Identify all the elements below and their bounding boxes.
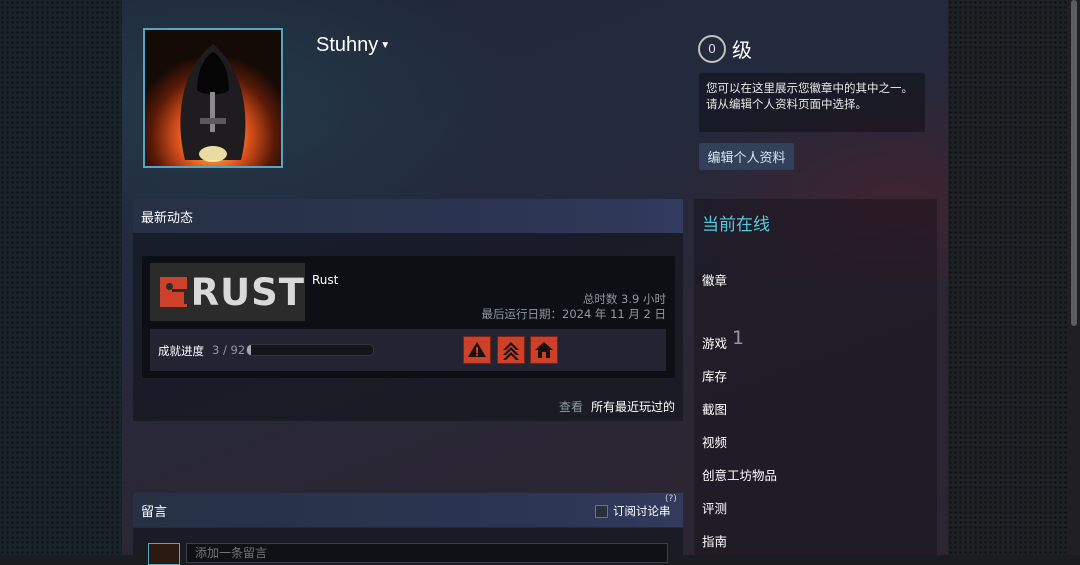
edit-profile-button[interactable]: 编辑个人资料 — [699, 143, 794, 170]
rust-logo-text: RUST — [190, 270, 305, 314]
scrollbar-thumb[interactable] — [1071, 0, 1077, 326]
view-all-recent-link[interactable]: 所有最近玩过的 — [591, 400, 675, 414]
subscribe-checkbox[interactable] — [595, 504, 608, 518]
subscribe-thread: 订阅讨论串 (?) — [595, 494, 677, 519]
total-playtime: 总时数 3.9 小时 — [582, 292, 666, 306]
level-label: 级 — [732, 38, 752, 62]
achievement-chevron-up-icon[interactable] — [497, 336, 525, 364]
subscribe-label[interactable]: 订阅讨论串 — [613, 503, 671, 519]
avatar[interactable] — [143, 28, 283, 168]
level-badge: 0 — [698, 34, 726, 63]
recent-activity-header: 最新动态 — [133, 199, 683, 233]
achievement-label[interactable]: 成就进度 — [158, 343, 204, 359]
online-status: 当前在线 — [702, 215, 770, 235]
sidebar-item-inventory[interactable]: 库存 — [702, 366, 727, 385]
achievement-warning-icon[interactable] — [463, 336, 491, 364]
achievement-progress-bar — [246, 344, 374, 356]
rust-logo-icon — [160, 277, 187, 307]
profile-level: 0 级 — [698, 34, 752, 63]
badge-hint: 您可以在这里展示您徽章中的其中之一。请从编辑个人资料页面中选择。 — [699, 73, 925, 132]
scrollbar[interactable] — [1068, 0, 1080, 555]
persona-name: Stuhny — [316, 34, 379, 56]
comment-input[interactable] — [186, 543, 668, 563]
page-background-left — [0, 0, 122, 555]
sidebar-item-games[interactable]: 游戏 — [702, 333, 727, 352]
sidebar-item-screenshots[interactable]: 截图 — [702, 399, 727, 418]
achievement-progress-fill — [247, 345, 252, 355]
sidebar-item-badges[interactable]: 徽章 — [702, 270, 727, 289]
view-prefix: 查看 — [558, 400, 583, 414]
persona-name-dropdown[interactable]: Stuhny ▼ — [316, 34, 390, 57]
sidebar-item-videos[interactable]: 视频 — [702, 432, 727, 451]
achievement-home-icon[interactable] — [530, 336, 558, 364]
page-background-right — [948, 0, 1068, 555]
last-played: 最后运行日期：2024 年 11 月 2 日 — [481, 307, 667, 321]
rust-game-capsule[interactable]: RUST — [150, 263, 305, 321]
sidebar-item-guides[interactable]: 指南 — [702, 531, 727, 550]
profile-sidebar — [694, 199, 937, 555]
achievement-count: 3 / 92 — [212, 343, 246, 357]
game-name[interactable]: Rust — [312, 273, 338, 287]
sidebar-item-reviews[interactable]: 评测 — [702, 498, 727, 517]
view-all-recent: 查看 所有最近玩过的 — [559, 398, 675, 415]
caret-down-icon: ▼ — [380, 40, 391, 52]
commenter-avatar — [148, 543, 180, 565]
help-icon[interactable]: (?) — [665, 494, 677, 504]
sidebar-item-workshop[interactable]: 创意工坊物品 — [702, 465, 777, 484]
games-count[interactable]: 1 — [732, 327, 744, 349]
